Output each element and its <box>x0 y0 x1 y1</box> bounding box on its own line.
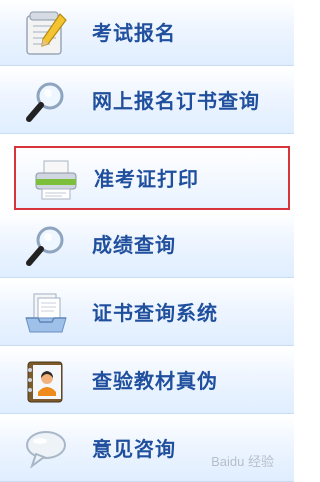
menu-item-admission-ticket-print[interactable]: 准考证打印 <box>14 146 290 210</box>
menu-item-label: 网上报名订书查询 <box>92 89 260 113</box>
menu-item-score-inquiry[interactable]: 成绩查询 <box>0 212 294 278</box>
menu-item-label: 证书查询系统 <box>92 301 218 325</box>
menu-item-exam-registration[interactable]: 考试报名 <box>0 0 294 66</box>
menu-item-label: 成绩查询 <box>92 233 176 257</box>
chat-bubble-icon <box>26 431 66 469</box>
menu-item-certificate-inquiry[interactable]: 证书查询系统 <box>0 280 294 346</box>
contact-book-icon <box>27 361 63 403</box>
magnifier-icon <box>26 226 64 266</box>
sidebar-menu: 考试报名 网上报名订书查询 准考证打印 成绩查询 证书查询系统 查验教材真伪 意… <box>0 0 294 482</box>
menu-item-textbook-authentication[interactable]: 查验教材真伪 <box>0 348 294 414</box>
menu-item-label: 查验教材真伪 <box>92 369 218 393</box>
printer-icon <box>35 160 77 200</box>
menu-item-label: 考试报名 <box>92 21 176 45</box>
document-tray-icon <box>25 293 67 333</box>
menu-item-feedback-consultation[interactable]: 意见咨询 <box>0 416 294 482</box>
menu-item-online-registration-book-order[interactable]: 网上报名订书查询 <box>0 68 294 134</box>
menu-item-label: 准考证打印 <box>94 167 199 191</box>
magnifier-icon <box>26 82 64 122</box>
notepad-pencil-icon <box>26 11 67 55</box>
watermark: Baidu 经验 <box>211 454 274 469</box>
menu-item-label: 意见咨询 <box>92 437 176 461</box>
